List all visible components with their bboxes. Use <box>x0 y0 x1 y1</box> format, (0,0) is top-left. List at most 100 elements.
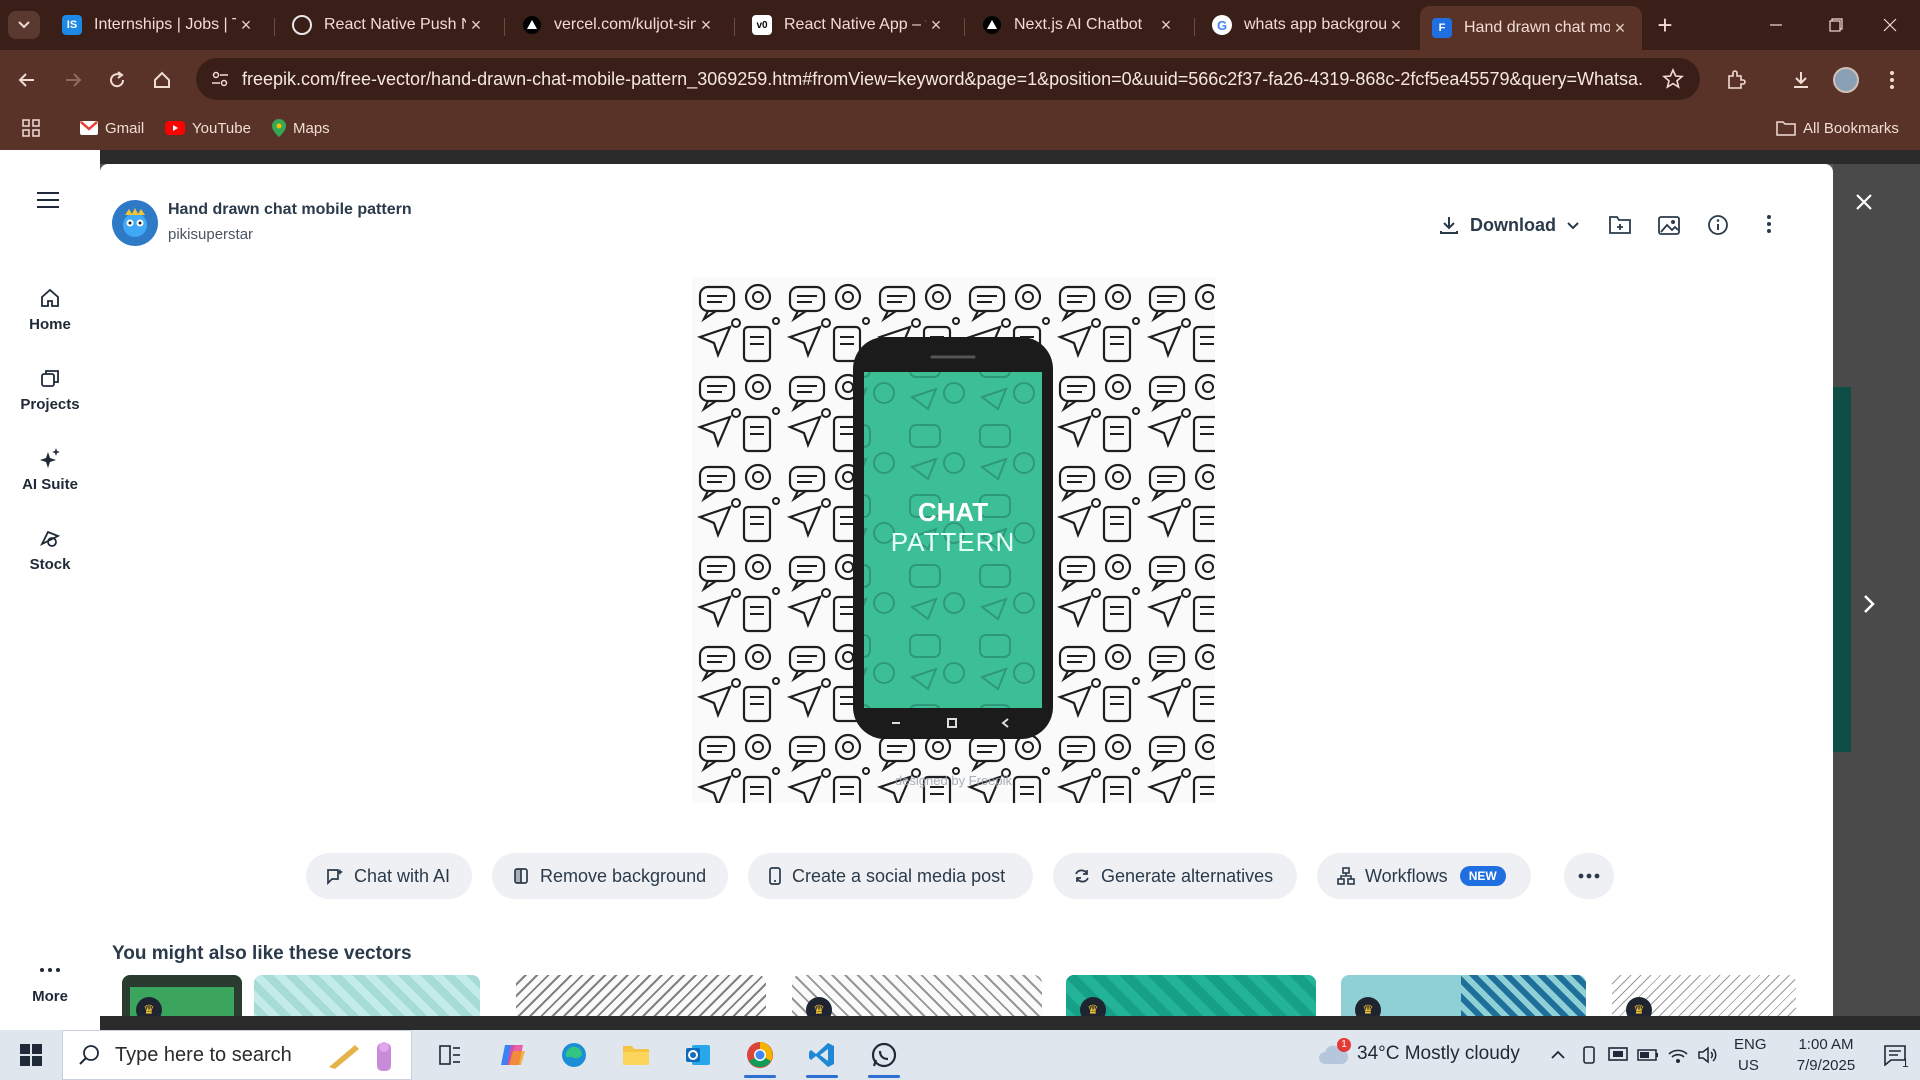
tab-freepik-active[interactable]: F Hand drawn chat mo × <box>1420 6 1642 50</box>
page-viewport: Home Projects AI Suite Stock More Hand d… <box>0 150 1920 1030</box>
task-view-button[interactable] <box>424 1030 476 1080</box>
tab-react-native-push[interactable]: React Native Push No × <box>280 8 498 42</box>
downloads-button[interactable] <box>1783 62 1819 98</box>
home-icon <box>154 71 170 88</box>
avatar <box>1833 67 1859 93</box>
related-thumbnail[interactable]: ♛ <box>1341 975 1586 1016</box>
show-hidden-icons-button[interactable] <box>1540 1030 1576 1080</box>
resource-author[interactable]: pikisuperstar <box>168 226 253 243</box>
bookmark-gmail[interactable]: Gmail <box>80 115 144 141</box>
edit-image-button[interactable] <box>1657 214 1681 236</box>
input-language[interactable]: ENG <box>1734 1036 1767 1053</box>
start-button[interactable] <box>4 1030 58 1080</box>
weather-widget-icon[interactable]: 1 <box>1313 1030 1353 1080</box>
clock-time[interactable]: 1:00 AM <box>1786 1036 1866 1053</box>
tab-google-search[interactable]: G whats app backgroun × <box>1200 8 1418 42</box>
taskbar-copilot[interactable] <box>487 1030 539 1080</box>
close-icon[interactable]: × <box>236 15 256 36</box>
taskbar-chrome[interactable] <box>734 1030 786 1080</box>
info-button[interactable] <box>1707 214 1729 236</box>
home-button[interactable] <box>144 62 180 98</box>
tray-meet-icon[interactable] <box>1576 1030 1602 1080</box>
notification-center-button[interactable]: 1 <box>1872 1030 1918 1080</box>
bookmark-maps[interactable]: Maps <box>272 115 330 141</box>
author-avatar[interactable] <box>112 200 158 246</box>
close-icon[interactable]: × <box>1156 15 1176 36</box>
sidebar-item-projects[interactable]: Projects <box>0 366 100 413</box>
star-icon[interactable] <box>1662 68 1684 90</box>
restore-button[interactable] <box>1806 0 1866 50</box>
resource-preview-image[interactable]: CHAT PATTERN designed by Freepik <box>692 277 1215 803</box>
close-icon[interactable]: × <box>466 15 486 36</box>
related-thumbnail[interactable] <box>516 975 766 1016</box>
apps-button[interactable] <box>22 115 40 141</box>
sidebar-item-home[interactable]: Home <box>0 286 100 333</box>
create-social-post-button[interactable]: Create a social media post <box>748 853 1033 899</box>
taskbar-file-explorer[interactable] <box>610 1030 662 1080</box>
close-icon[interactable]: × <box>1610 18 1630 39</box>
related-thumbnail[interactable]: ♛ <box>1066 975 1316 1016</box>
taskbar-outlook[interactable] <box>672 1030 724 1080</box>
taskbar-edge[interactable] <box>548 1030 600 1080</box>
save-to-collection-button[interactable] <box>1608 214 1632 236</box>
taskbar-search[interactable]: Type here to search <box>62 1030 412 1080</box>
remove-background-button[interactable]: Remove background <box>492 853 728 899</box>
reload-button[interactable] <box>99 62 135 98</box>
refresh-icon <box>1075 869 1089 883</box>
sidebar-item-stock[interactable]: Stock <box>0 526 100 573</box>
tab-internshala[interactable]: IS Internships | Jobs | Tr × <box>50 8 268 42</box>
forward-button[interactable] <box>55 62 91 98</box>
close-icon[interactable]: × <box>926 15 946 36</box>
related-thumbnail[interactable]: ♛ <box>792 975 1042 1016</box>
hamburger-menu-button[interactable] <box>37 191 59 209</box>
related-thumbnail[interactable]: ♛ <box>1612 975 1796 1016</box>
chrome-menu-button[interactable] <box>1874 62 1910 98</box>
wifi-indicator[interactable] <box>1664 1030 1692 1080</box>
minimize-button[interactable] <box>1746 0 1806 50</box>
next-resource-peek <box>1833 387 1851 752</box>
battery-indicator[interactable] <box>1634 1030 1662 1080</box>
modal-backdrop-right[interactable] <box>1833 164 1920 1016</box>
all-bookmarks-button[interactable]: All Bookmarks <box>1776 115 1899 141</box>
tab-search-button[interactable] <box>8 11 40 39</box>
tab-react-native-app[interactable]: v0 React Native App – v × <box>740 8 958 42</box>
extensions-button[interactable] <box>1718 62 1754 98</box>
tab-title: Hand drawn chat mo <box>1464 19 1610 36</box>
windows-taskbar: Type here to search 1 34°C Mostly cloudy <box>0 1030 1920 1080</box>
sidebar-item-ai-suite[interactable]: AI Suite <box>0 446 100 493</box>
menu-icon <box>37 192 59 208</box>
close-icon[interactable]: × <box>696 15 716 36</box>
more-actions-button[interactable] <box>1564 853 1614 899</box>
reload-icon <box>110 71 125 88</box>
download-button[interactable]: Download <box>1438 214 1580 236</box>
next-resource-button[interactable] <box>1862 593 1876 615</box>
weather-text[interactable]: 34°C Mostly cloudy <box>1357 1043 1520 1065</box>
chat-with-ai-button[interactable]: Chat with AI <box>306 853 472 899</box>
bookmark-youtube[interactable]: YouTube <box>165 115 251 141</box>
thumbnail-art <box>254 975 480 1016</box>
taskbar-vscode[interactable] <box>796 1030 848 1080</box>
premium-crown-icon: ♛ <box>1355 997 1381 1016</box>
tab-vercel[interactable]: vercel.com/kuljot-sin × <box>510 8 728 42</box>
arrow-left-icon <box>18 73 34 87</box>
input-region[interactable]: US <box>1738 1057 1759 1074</box>
workflows-button[interactable]: Workflows NEW <box>1317 853 1531 899</box>
related-thumbnail[interactable] <box>254 975 480 1016</box>
profile-avatar[interactable] <box>1828 62 1864 98</box>
sidebar-item-more[interactable]: More <box>0 958 100 1005</box>
clock-date[interactable]: 7/9/2025 <box>1786 1057 1866 1074</box>
window-close-button[interactable] <box>1860 0 1920 50</box>
taskbar-whatsapp[interactable] <box>858 1030 910 1080</box>
back-button[interactable] <box>9 62 45 98</box>
close-icon[interactable]: × <box>1386 15 1406 36</box>
modal-close-button[interactable] <box>1855 193 1873 211</box>
generate-alternatives-button[interactable]: Generate alternatives <box>1053 853 1297 899</box>
tray-display-icon[interactable] <box>1604 1030 1632 1080</box>
volume-indicator[interactable] <box>1694 1030 1722 1080</box>
address-bar[interactable]: freepik.com/free-vector/hand-drawn-chat-… <box>196 58 1700 100</box>
more-options-button[interactable] <box>1766 214 1772 234</box>
tab-nextjs-chatbot[interactable]: Next.js AI Chatbot × <box>970 8 1188 42</box>
new-tab-button[interactable]: + <box>1650 10 1680 40</box>
related-thumbnail[interactable]: ♛ <box>122 975 242 1016</box>
site-info-icon[interactable] <box>210 69 230 89</box>
